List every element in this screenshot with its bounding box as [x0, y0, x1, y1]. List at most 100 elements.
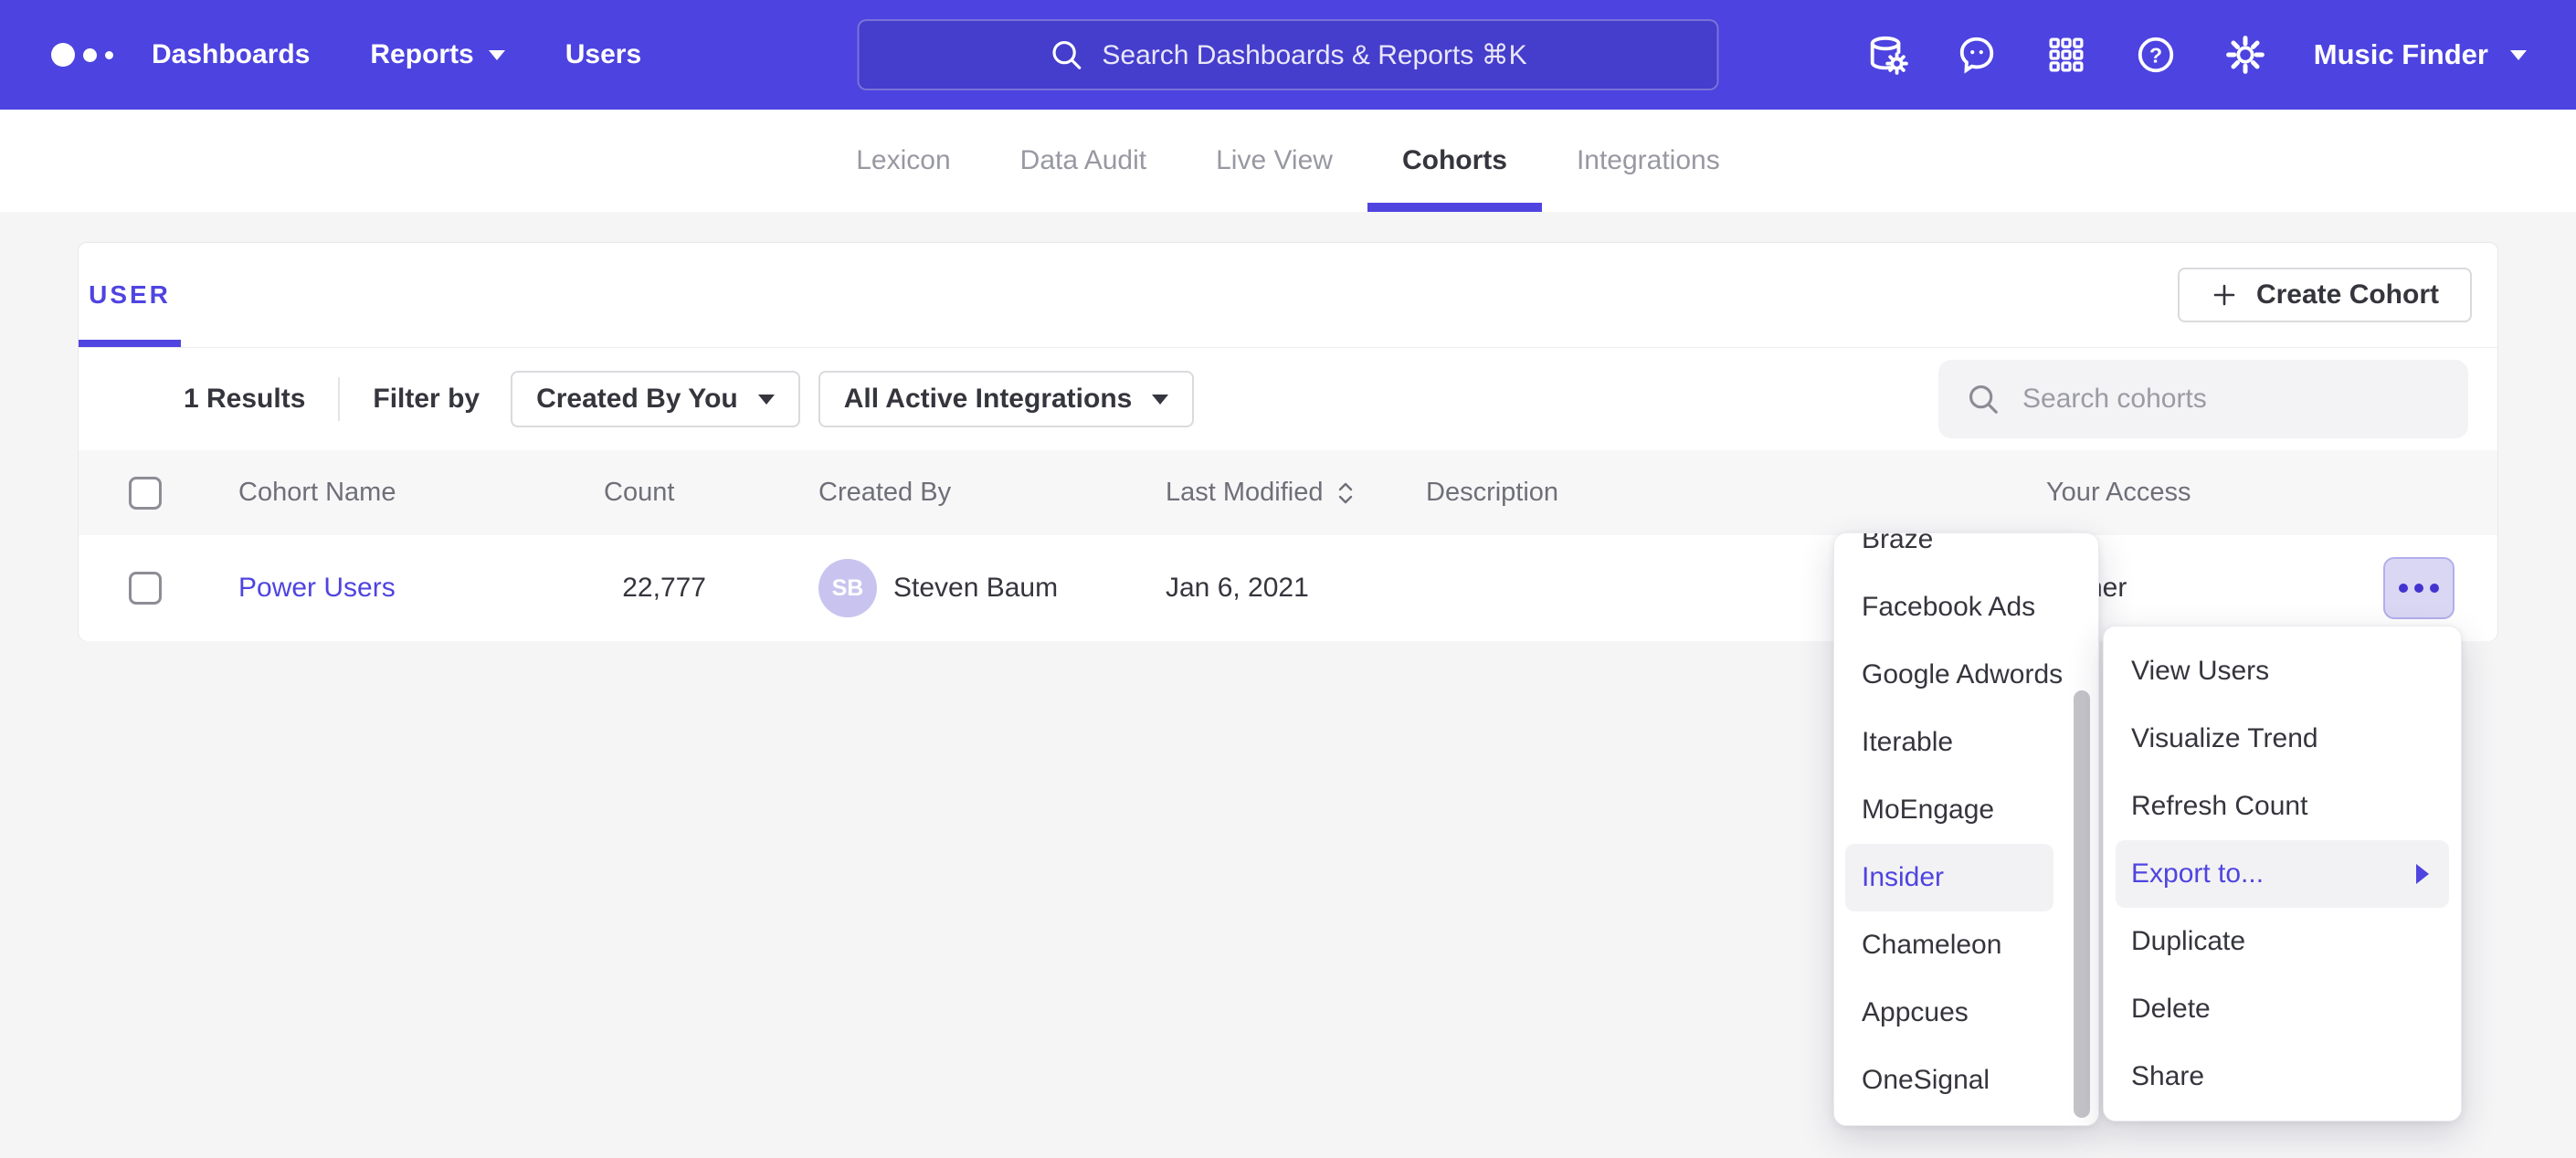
row-actions-cell: [2320, 557, 2497, 619]
created-by-filter-value: Created By You: [536, 384, 738, 415]
header-created-by-label: Created By: [818, 478, 951, 508]
nav-reports[interactable]: Reports: [370, 39, 504, 70]
menu-delete[interactable]: Delete: [2104, 975, 2461, 1043]
cohort-search-input[interactable]: [1938, 360, 2468, 438]
data-management-icon[interactable]: [1866, 34, 1908, 76]
table-header: Cohort Name Count Created By Last Modifi…: [79, 450, 2497, 535]
export-target-moengage[interactable]: MoEngage: [1834, 776, 2098, 844]
global-search-placeholder: Search Dashboards & Reports ⌘K: [1102, 39, 1526, 71]
export-target-iterable[interactable]: Iterable: [1834, 709, 2098, 776]
integrations-filter-dropdown[interactable]: All Active Integrations: [818, 371, 1195, 427]
menu-scrollbar[interactable]: [2074, 690, 2090, 1118]
row-actions-button[interactable]: [2383, 557, 2455, 619]
nav-users-label: Users: [565, 39, 641, 70]
settings-gear-icon[interactable]: [2224, 34, 2266, 76]
tab-live-view[interactable]: Live View: [1181, 110, 1367, 212]
chevron-down-icon: [758, 395, 775, 405]
last-modified-cell: Jan 6, 2021: [1166, 573, 1426, 604]
nav-dashboards-label: Dashboards: [152, 39, 310, 70]
tab-lexicon[interactable]: Lexicon: [821, 110, 985, 212]
menu-export-to-label: Export to...: [2131, 858, 2264, 890]
results-count: 1 Results: [184, 384, 305, 415]
nav-dashboards[interactable]: Dashboards: [152, 39, 310, 70]
export-target-appcues[interactable]: Appcues: [1834, 979, 2098, 1047]
cohort-search: [1938, 360, 2468, 438]
created-by-filter-dropdown[interactable]: Created By You: [511, 371, 800, 427]
tab-data-audit[interactable]: Data Audit: [986, 110, 1181, 212]
cohort-type-tabstrip: USER Create Cohort: [79, 243, 2497, 348]
top-nav: Dashboards Reports Users Search Dashboar…: [0, 0, 2576, 110]
tab-live-view-label: Live View: [1216, 145, 1333, 176]
row-checkbox-cell: [79, 572, 238, 605]
menu-refresh-count[interactable]: Refresh Count: [2104, 773, 2461, 840]
export-target-braze[interactable]: Braze: [1834, 532, 2098, 574]
svg-text:?: ?: [2149, 44, 2162, 68]
logo-dot-large: [51, 43, 75, 67]
export-destinations-list: Braze Facebook Ads Google Adwords Iterab…: [1834, 532, 2098, 1114]
search-icon: [1966, 382, 2001, 416]
select-all-checkbox[interactable]: [129, 477, 162, 510]
export-target-google-adwords[interactable]: Google Adwords: [1834, 641, 2098, 709]
nav-users[interactable]: Users: [565, 39, 641, 70]
project-switcher[interactable]: Music Finder: [2314, 38, 2527, 71]
header-description: Description: [1426, 478, 2046, 508]
divider: [338, 377, 340, 421]
tab-lexicon-label: Lexicon: [856, 145, 950, 176]
created-by-name: Steven Baum: [893, 573, 1058, 604]
export-target-facebook-ads[interactable]: Facebook Ads: [1834, 574, 2098, 641]
tab-user-cohorts[interactable]: USER: [79, 243, 181, 347]
menu-export-to[interactable]: Export to...: [2116, 840, 2449, 908]
tab-cohorts-label: Cohorts: [1402, 145, 1507, 176]
logo-dot-small: [105, 51, 113, 59]
global-search-input[interactable]: Search Dashboards & Reports ⌘K: [858, 19, 1719, 90]
export-target-insider[interactable]: Insider: [1845, 844, 2053, 911]
created-by-cell: SB Steven Baum: [818, 559, 1166, 617]
chevron-down-icon: [1152, 395, 1168, 405]
menu-view-users[interactable]: View Users: [2104, 637, 2461, 705]
chevron-down-icon: [2510, 50, 2527, 60]
header-last-modified-label: Last Modified: [1166, 478, 1324, 508]
row-checkbox[interactable]: [129, 572, 162, 605]
last-modified-value: Jan 6, 2021: [1166, 573, 1309, 604]
user-tab-underline: [79, 340, 181, 347]
menu-visualize-trend[interactable]: Visualize Trend: [2104, 705, 2461, 773]
project-name: Music Finder: [2314, 38, 2488, 71]
cohorts-panel: USER Create Cohort 1 Results Filter by C…: [78, 242, 2498, 641]
menu-duplicate[interactable]: Duplicate: [2104, 908, 2461, 975]
tab-integrations-label: Integrations: [1577, 145, 1720, 176]
header-checkbox-cell: [79, 477, 238, 510]
tab-cohorts[interactable]: Cohorts: [1367, 110, 1542, 212]
sort-icon[interactable]: [1336, 480, 1355, 506]
header-cohort-name: Cohort Name: [238, 478, 604, 508]
filter-by-label: Filter by: [373, 384, 480, 415]
help-icon[interactable]: ?: [2135, 34, 2177, 76]
create-cohort-button[interactable]: Create Cohort: [2178, 268, 2472, 322]
export-target-chameleon[interactable]: Chameleon: [1834, 911, 2098, 979]
row-actions-menu: View Users Visualize Trend Refresh Count…: [2103, 626, 2462, 1121]
plus-icon: [2211, 281, 2238, 309]
integrations-filter-value: All Active Integrations: [844, 384, 1133, 415]
cohort-count: 22,777: [604, 573, 723, 604]
tab-integrations[interactable]: Integrations: [1542, 110, 1755, 212]
ellipsis-icon: [2414, 584, 2423, 593]
nav-reports-label: Reports: [370, 39, 473, 70]
cohort-name-link[interactable]: Power Users: [238, 573, 396, 603]
avatar: SB: [818, 559, 877, 617]
header-your-access: Your Access: [2046, 478, 2320, 508]
apps-grid-icon[interactable]: [2045, 34, 2087, 76]
create-cohort-label: Create Cohort: [2256, 279, 2439, 311]
export-target-onesignal[interactable]: OneSignal: [1834, 1047, 2098, 1114]
header-count: Count: [604, 478, 723, 508]
export-destinations-menu: Braze Facebook Ads Google Adwords Iterab…: [1833, 532, 2099, 1126]
top-nav-right: ? Music Finder: [1866, 34, 2576, 76]
tab-user-label: USER: [89, 280, 171, 310]
filter-bar: 1 Results Filter by Created By You All A…: [79, 348, 2497, 450]
ellipsis-icon: [2399, 584, 2408, 593]
chevron-down-icon: [489, 50, 505, 60]
feedback-icon[interactable]: [1956, 34, 1998, 76]
header-last-modified[interactable]: Last Modified: [1166, 478, 1426, 508]
active-tab-underline: [1367, 203, 1542, 212]
mixpanel-logo[interactable]: [51, 43, 152, 67]
submenu-arrow-icon: [2416, 864, 2429, 884]
menu-share[interactable]: Share: [2104, 1043, 2461, 1111]
